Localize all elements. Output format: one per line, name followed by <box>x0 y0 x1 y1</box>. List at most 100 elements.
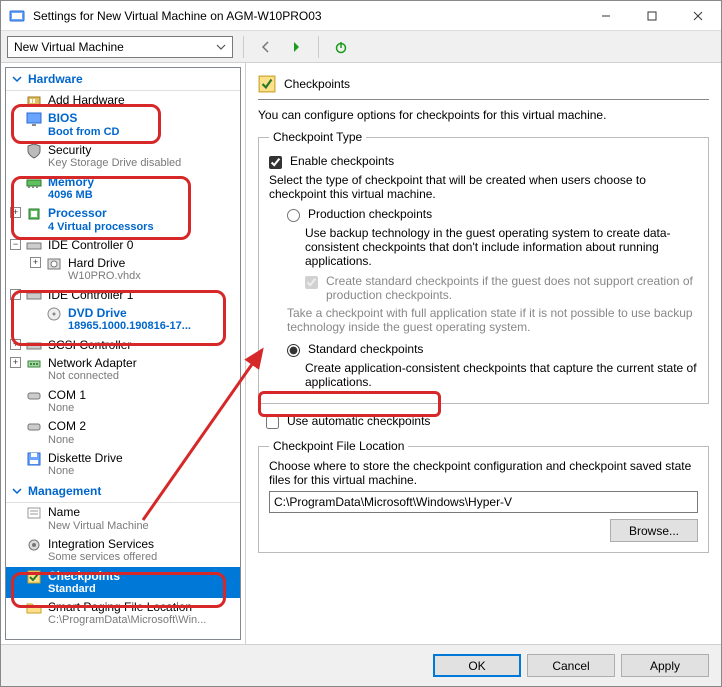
sidebar-item-processor[interactable]: + Processor 4 Virtual processors <box>6 204 240 236</box>
item-label: Add Hardware <box>48 93 236 107</box>
toolbar: New Virtual Machine <box>1 31 721 63</box>
sidebar-item-security[interactable]: Security Key Storage Drive disabled <box>6 141 240 173</box>
minimize-button[interactable] <box>583 1 629 31</box>
vm-selector-label: New Virtual Machine <box>14 40 124 54</box>
item-label: Checkpoints <box>48 569 236 583</box>
sidebar-item-scsi[interactable]: + SCSI Controller <box>6 336 240 354</box>
hardware-header: Hardware <box>6 68 240 91</box>
apply-button[interactable]: Apply <box>621 654 709 677</box>
expander-icon[interactable]: + <box>10 207 21 218</box>
close-button[interactable] <box>675 1 721 31</box>
browse-button[interactable]: Browse... <box>610 519 698 542</box>
select-type-text: Select the type of checkpoint that will … <box>269 173 698 201</box>
standard-row: Standard checkpoints <box>287 342 698 357</box>
auto-checkpoints-label: Use automatic checkpoints <box>287 414 430 428</box>
expander-icon[interactable]: + <box>30 257 41 268</box>
controller-icon <box>26 238 42 254</box>
title-bar: Settings for New Virtual Machine on AGM-… <box>1 1 721 31</box>
production-radio[interactable] <box>287 209 300 222</box>
app-icon <box>9 8 25 24</box>
sidebar-item-integration-services[interactable]: Integration Services Some services offer… <box>6 535 240 567</box>
item-label: Processor <box>48 206 236 220</box>
item-subtext: 18965.1000.190816-17... <box>68 320 236 333</box>
chevron-down-icon <box>12 486 22 496</box>
item-subtext: 4 Virtual processors <box>48 221 236 234</box>
create-standard-checkbox <box>305 276 318 289</box>
standard-label: Standard checkpoints <box>308 342 423 356</box>
com-port-icon <box>26 388 42 404</box>
power-button[interactable] <box>329 35 353 59</box>
sidebar-item-hard-drive[interactable]: + Hard Drive W10PRO.vhdx <box>6 254 240 286</box>
item-label: Network Adapter <box>48 356 236 370</box>
dvd-icon <box>46 306 62 322</box>
chevron-down-icon <box>216 42 226 52</box>
enable-checkpoints-label: Enable checkpoints <box>290 154 394 168</box>
diskette-icon <box>26 451 42 467</box>
item-label: DVD Drive <box>68 306 236 320</box>
ok-button[interactable]: OK <box>433 654 521 677</box>
management-header: Management <box>6 480 240 503</box>
expander-icon[interactable]: − <box>10 239 21 250</box>
sidebar-tree[interactable]: Hardware Add Hardware BIOS Boot from CD … <box>5 67 241 640</box>
sidebar-item-smart-paging[interactable]: Smart Paging File Location C:\ProgramDat… <box>6 598 240 630</box>
controller-icon <box>26 288 42 304</box>
expander-icon[interactable]: + <box>10 339 21 350</box>
com-port-icon <box>26 419 42 435</box>
window-title: Settings for New Virtual Machine on AGM-… <box>33 9 583 23</box>
maximize-button[interactable] <box>629 1 675 31</box>
network-icon <box>26 356 42 372</box>
sidebar-item-add-hardware[interactable]: Add Hardware <box>6 91 240 109</box>
standard-radio[interactable] <box>287 344 300 357</box>
auto-checkpoints-checkbox[interactable] <box>266 416 279 429</box>
checkpoints-icon <box>258 75 276 93</box>
item-label: Hard Drive <box>68 256 236 270</box>
nav-back-button[interactable] <box>254 35 278 59</box>
separator <box>318 36 319 58</box>
item-label: Integration Services <box>48 537 236 551</box>
sidebar-item-com1[interactable]: COM 1 None <box>6 386 240 418</box>
item-subtext: Not connected <box>48 370 236 383</box>
create-standard-label: Create standard checkpoints if the guest… <box>326 274 698 302</box>
checkpoints-icon <box>26 569 42 585</box>
name-icon <box>26 505 42 521</box>
sidebar-item-com2[interactable]: COM 2 None <box>6 417 240 449</box>
chevron-down-icon <box>12 74 22 84</box>
item-subtext: Some services offered <box>48 551 236 564</box>
sidebar-item-checkpoints[interactable]: Checkpoints Standard <box>6 567 240 599</box>
nav-forward-button[interactable] <box>284 35 308 59</box>
hardware-label: Hardware <box>28 72 83 86</box>
item-label: IDE Controller 0 <box>48 238 236 252</box>
item-label: Security <box>48 143 236 157</box>
item-label: IDE Controller 1 <box>48 288 236 302</box>
item-subtext: None <box>48 434 236 447</box>
sidebar-item-name[interactable]: Name New Virtual Machine <box>6 503 240 535</box>
item-label: BIOS <box>48 111 236 125</box>
vm-selector[interactable]: New Virtual Machine <box>7 36 233 58</box>
main-area: Hardware Add Hardware BIOS Boot from CD … <box>1 63 721 644</box>
checkpoint-type-group: Checkpoint Type Enable checkpoints Selec… <box>258 130 709 404</box>
sidebar-item-bios[interactable]: BIOS Boot from CD <box>6 109 240 141</box>
sidebar-item-network-adapter[interactable]: + Network Adapter Not connected <box>6 354 240 386</box>
expander-icon[interactable]: + <box>10 357 21 368</box>
cancel-button[interactable]: Cancel <box>527 654 615 677</box>
item-subtext: New Virtual Machine <box>48 520 236 533</box>
sidebar-item-dvd-drive[interactable]: DVD Drive 18965.1000.190816-17... <box>6 304 240 336</box>
panel-header: Checkpoints <box>258 75 709 100</box>
location-path-input[interactable] <box>269 491 698 513</box>
enable-checkpoints-checkbox[interactable] <box>269 156 282 169</box>
folder-icon <box>26 600 42 616</box>
sidebar-item-memory[interactable]: Memory 4096 MB <box>6 173 240 205</box>
sidebar-item-diskette[interactable]: Diskette Drive None <box>6 449 240 481</box>
memory-icon <box>26 175 42 191</box>
item-label: Memory <box>48 175 236 189</box>
sidebar-item-ide0[interactable]: − IDE Controller 0 <box>6 236 240 254</box>
production-label: Production checkpoints <box>308 207 432 221</box>
hard-drive-icon <box>46 256 62 272</box>
item-subtext: Boot from CD <box>48 126 236 139</box>
intro-text: You can configure options for checkpoint… <box>258 108 709 122</box>
add-hardware-icon <box>26 93 42 109</box>
standard-desc: Create application-consistent checkpoint… <box>305 361 698 389</box>
sidebar-item-ide1[interactable]: − IDE Controller 1 <box>6 286 240 304</box>
shield-icon <box>26 143 42 159</box>
expander-icon[interactable]: − <box>10 289 21 300</box>
